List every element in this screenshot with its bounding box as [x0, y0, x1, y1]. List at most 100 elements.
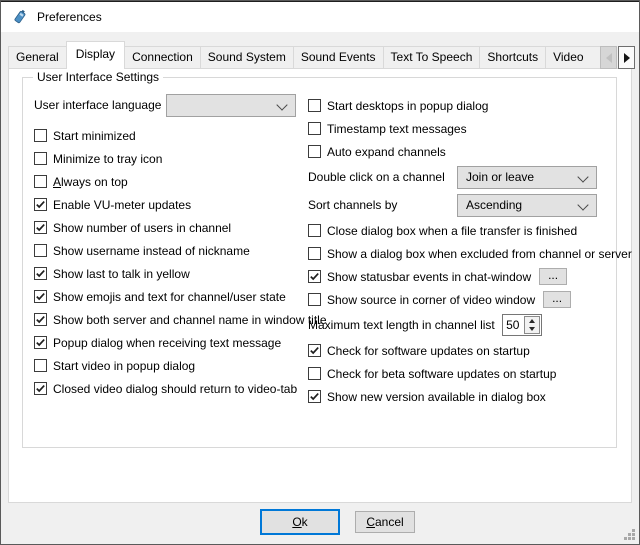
unchecked-checkbox[interactable] [308, 367, 321, 380]
checkbox-row-show-a-dialog-box-when-excluded-from-channel-or-server[interactable]: Show a dialog box when excluded from cha… [308, 242, 632, 265]
arrow-left-icon [606, 53, 612, 63]
unchecked-checkbox[interactable] [308, 122, 321, 135]
checked-checkbox[interactable] [308, 390, 321, 403]
tab-text-to-speech[interactable]: Text To Speech [383, 46, 481, 68]
checked-checkbox[interactable] [34, 382, 47, 395]
tab-sound-events[interactable]: Sound Events [293, 46, 384, 68]
combobox-value: Join or leave [466, 170, 534, 184]
checked-checkbox[interactable] [34, 221, 47, 234]
unchecked-checkbox[interactable] [308, 247, 321, 260]
unchecked-checkbox[interactable] [34, 152, 47, 165]
unchecked-checkbox[interactable] [308, 99, 321, 112]
spinbox-value[interactable]: 50 [503, 315, 523, 335]
title-bar[interactable]: Preferences [1, 2, 639, 32]
checkbox-row-show-number-of-users-in-channel[interactable]: Show number of users in channel [34, 216, 308, 239]
checkbox-row-start-desktops-in-popup-dialog[interactable]: Start desktops in popup dialog [308, 94, 632, 117]
checkbox-label: Always on top [53, 175, 128, 189]
checked-checkbox[interactable] [34, 290, 47, 303]
checkbox-label: Check for beta software updates on start… [327, 367, 556, 381]
combo-row-double-click-on-a-channel: Double click on a channel Join or leave [308, 163, 632, 191]
checked-checkbox[interactable] [34, 198, 47, 211]
language-combobox[interactable] [166, 94, 296, 117]
field-label: Maximum text length in channel list [308, 318, 495, 332]
groupbox-title: User Interface Settings [33, 70, 163, 84]
checkbox-row-minimize-to-tray-icon[interactable]: Minimize to tray icon [34, 147, 308, 170]
checkbox-label: Minimize to tray icon [53, 152, 162, 166]
checked-checkbox[interactable] [34, 336, 47, 349]
combo-row-sort-channels-by: Sort channels by Ascending [308, 191, 632, 219]
checkbox-label: Show source in corner of video window [327, 293, 535, 307]
ok-button-label: Ok [292, 515, 307, 529]
checkbox-label: Popup dialog when receiving text message [53, 336, 281, 350]
tab-shortcuts[interactable]: Shortcuts [479, 46, 546, 68]
field-label: Sort channels by [308, 198, 457, 212]
tab-video[interactable]: Video [545, 46, 600, 68]
spin-up-button[interactable] [525, 317, 539, 325]
checked-checkbox[interactable] [34, 313, 47, 326]
resize-grip-icon[interactable] [624, 529, 636, 541]
tab-scroll-left-button[interactable] [600, 46, 617, 69]
field-label: Double click on a channel [308, 170, 457, 184]
arrow-up-icon [529, 319, 535, 323]
tab-sound-system[interactable]: Sound System [200, 46, 294, 68]
checkbox-row-show-emojis-and-text-for-channel-user-state[interactable]: Show emojis and text for channel/user st… [34, 285, 308, 308]
spin-down-button[interactable] [525, 325, 539, 333]
unchecked-checkbox[interactable] [308, 224, 321, 237]
checkbox-label: Start desktops in popup dialog [327, 99, 488, 113]
unchecked-checkbox[interactable] [34, 175, 47, 188]
checkbox-row-check-for-software-updates-on-startup[interactable]: Check for software updates on startup [308, 339, 632, 362]
combobox-value: Ascending [466, 198, 522, 212]
unchecked-checkbox[interactable] [308, 145, 321, 158]
unchecked-checkbox[interactable] [308, 293, 321, 306]
checked-checkbox[interactable] [34, 267, 47, 280]
checkbox-row-close-dialog-box-when-a-file-transfer-is-finished[interactable]: Close dialog box when a file transfer is… [308, 219, 632, 242]
checkbox-row-enable-vu-meter-updates[interactable]: Enable VU-meter updates [34, 193, 308, 216]
tab-scroll-buttons [600, 46, 635, 69]
arrow-down-icon [529, 327, 535, 331]
checkbox-row-show-username-instead-of-nickname[interactable]: Show username instead of nickname [34, 239, 308, 262]
checkbox-row-check-for-beta-software-updates-on-startup[interactable]: Check for beta software updates on start… [308, 362, 632, 385]
unchecked-checkbox[interactable] [34, 244, 47, 257]
double-click-on-a-channel-combobox[interactable]: Join or leave [457, 166, 597, 189]
spinbox-buttons [524, 316, 540, 334]
app-icon [12, 9, 28, 25]
checkbox-label: Show username instead of nickname [53, 244, 250, 258]
checkbox-label: Enable VU-meter updates [53, 198, 191, 212]
cancel-button[interactable]: Cancel [355, 511, 415, 533]
checked-checkbox[interactable] [308, 344, 321, 357]
chevron-down-icon [276, 99, 287, 110]
ellipsis-button[interactable]: ... [539, 268, 567, 285]
checkbox-label: Show a dialog box when excluded from cha… [327, 247, 632, 261]
maximum-text-length-in-channel-list-spinbox[interactable]: 50 [502, 314, 542, 336]
checkbox-label: Show last to talk in yellow [53, 267, 190, 281]
checkbox-row-auto-expand-channels[interactable]: Auto expand channels [308, 140, 632, 163]
ok-button[interactable]: Ok [260, 509, 340, 535]
checked-checkbox[interactable] [308, 270, 321, 283]
ellipsis-button[interactable]: ... [543, 291, 571, 308]
checkbox-row-timestamp-text-messages[interactable]: Timestamp text messages [308, 117, 632, 140]
tab-connection[interactable]: Connection [124, 46, 201, 68]
checkbox-row-popup-dialog-when-receiving-text-message[interactable]: Popup dialog when receiving text message [34, 331, 308, 354]
checkbox-row-start-minimized[interactable]: Start minimized [34, 124, 308, 147]
sort-channels-by-combobox[interactable]: Ascending [457, 194, 597, 217]
checkbox-row-always-on-top[interactable]: Always on top [34, 170, 308, 193]
checkbox-row-closed-video-dialog-should-return-to-video-tab[interactable]: Closed video dialog should return to vid… [34, 377, 308, 400]
checkbox-row-show-last-to-talk-in-yellow[interactable]: Show last to talk in yellow [34, 262, 308, 285]
checkbox-row-start-video-in-popup-dialog[interactable]: Start video in popup dialog [34, 354, 308, 377]
checkbox-row-show-source-in-corner-of-video-window[interactable]: Show source in corner of video window... [308, 288, 632, 311]
tab-scroll-right-button[interactable] [618, 46, 635, 69]
tab-general[interactable]: General [8, 46, 67, 68]
arrow-right-icon [624, 53, 630, 63]
checkbox-row-show-new-version-available-in-dialog-box[interactable]: Show new version available in dialog box [308, 385, 632, 408]
unchecked-checkbox[interactable] [34, 129, 47, 142]
checkbox-row-show-statusbar-events-in-chat-window[interactable]: Show statusbar events in chat-window... [308, 265, 632, 288]
checkbox-row-show-both-server-and-channel-name-in-window-title[interactable]: Show both server and channel name in win… [34, 308, 308, 331]
tab-display[interactable]: Display [66, 41, 125, 69]
chevron-down-icon [577, 199, 588, 210]
left-settings-column: User interface language Start minimized M… [34, 94, 308, 400]
window-title: Preferences [37, 10, 102, 24]
language-label: User interface language [34, 94, 166, 116]
checkbox-label: Start minimized [53, 129, 136, 143]
unchecked-checkbox[interactable] [34, 359, 47, 372]
checkbox-label: Close dialog box when a file transfer is… [327, 224, 577, 238]
